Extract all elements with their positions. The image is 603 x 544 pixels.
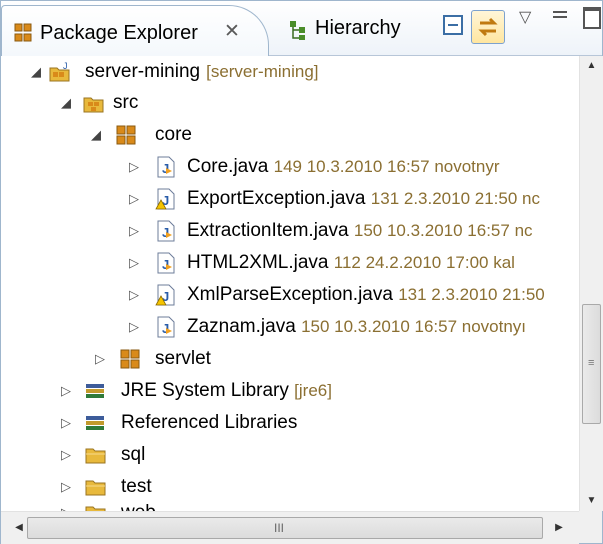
link-with-editor-icon — [478, 17, 498, 37]
referenced-libraries-label: Referenced Libraries — [121, 412, 298, 433]
file-decoration: 112 24.2.2010 17:00 kal — [333, 253, 515, 272]
library-icon — [86, 384, 104, 398]
view-menu-icon[interactable]: ▽ — [519, 7, 531, 27]
hierarchy-icon — [290, 21, 305, 40]
tree-item-sql-folder[interactable]: ▷ sql — [1, 439, 579, 471]
close-icon[interactable]: ✕ — [224, 20, 240, 43]
scroll-left-arrow-icon[interactable]: ◀ — [9, 518, 29, 538]
package-icon — [116, 125, 136, 145]
svg-text:J: J — [63, 61, 68, 71]
jre-decoration: [jre6] — [294, 381, 332, 400]
tab-label: Package Explorer — [40, 22, 198, 44]
tab-package-explorer[interactable]: Package Explorer ✕ — [1, 5, 269, 56]
scroll-up-arrow-icon[interactable]: ▲ — [580, 56, 603, 76]
tree-item-web-folder[interactable]: ▷ web — [1, 497, 579, 511]
file-name: ExportException.java — [187, 188, 366, 209]
src-label: src — [113, 92, 139, 113]
tree-item-project[interactable]: ◢ J server-mining [server-mining] — [1, 56, 579, 88]
sql-label: sql — [121, 444, 146, 465]
tree-item-file[interactable]: ▷ J ExportException.java 131 2.3.2010 21… — [1, 183, 579, 215]
collapsed-arrow-icon[interactable]: ▷ — [59, 407, 73, 439]
collapsed-arrow-icon[interactable]: ▷ — [127, 247, 141, 279]
horizontal-scrollbar[interactable]: ◀ III ▶ — [1, 511, 579, 544]
tree-item-file[interactable]: ▷ J Zaznam.java 150 10.3.2010 16:57 novo… — [1, 311, 579, 343]
tree-item-file[interactable]: ▷ J XmlParseException.java 131 2.3.2010 … — [1, 279, 579, 311]
servlet-label: servlet — [155, 348, 211, 369]
file-name: Core.java — [187, 156, 269, 177]
package-explorer-icon — [14, 23, 32, 42]
svg-text:J: J — [162, 321, 169, 336]
java-file-warning-icon: J — [155, 188, 175, 210]
file-decoration: 150 10.3.2010 16:57 novotnyı — [301, 317, 527, 336]
file-name: XmlParseException.java — [187, 284, 393, 305]
file-name: ExtractionItem.java — [187, 220, 349, 241]
source-folder-icon — [83, 97, 104, 113]
folder-icon — [85, 506, 106, 511]
java-file-icon: J — [157, 316, 175, 338]
web-label: web — [121, 497, 156, 511]
link-with-editor-button[interactable] — [471, 10, 505, 44]
scrollbar-corner — [579, 511, 602, 543]
package-explorer-view: Package Explorer ✕ Hierarchy ▽ ◢ J serve… — [0, 0, 603, 544]
collapsed-arrow-icon[interactable]: ▷ — [127, 215, 141, 247]
folder-icon — [85, 448, 106, 464]
core-label: core — [155, 124, 192, 145]
tree-item-servlet-package[interactable]: ▷ servlet — [1, 343, 579, 375]
java-file-icon: J — [157, 252, 175, 274]
expanded-arrow-icon[interactable]: ◢ — [29, 56, 43, 88]
minimize-icon[interactable] — [553, 11, 567, 18]
tab-label: Hierarchy — [315, 17, 401, 39]
collapse-all-icon[interactable] — [441, 13, 467, 39]
tree-item-jre-library[interactable]: ▷ JRE System Library [jre6] — [1, 375, 579, 407]
tab-hierarchy[interactable]: Hierarchy — [271, 9, 413, 55]
expanded-arrow-icon[interactable]: ◢ — [59, 87, 73, 119]
jre-label: JRE System Library — [121, 380, 289, 401]
tree-item-core-package[interactable]: ◢ core — [1, 119, 579, 151]
tree-item-src[interactable]: ◢ src — [1, 87, 579, 119]
collapsed-arrow-icon[interactable]: ▷ — [127, 183, 141, 215]
project-name: server-mining — [85, 61, 201, 82]
svg-text:J: J — [162, 225, 169, 240]
tree-item-referenced-libraries[interactable]: ▷ Referenced Libraries — [1, 407, 579, 439]
collapsed-arrow-icon[interactable]: ▷ — [59, 375, 73, 407]
maximize-icon[interactable] — [583, 7, 601, 29]
collapsed-arrow-icon[interactable]: ▷ — [127, 279, 141, 311]
scroll-down-arrow-icon[interactable]: ▼ — [580, 491, 603, 511]
collapsed-arrow-icon[interactable]: ▷ — [59, 439, 73, 471]
collapsed-arrow-icon[interactable]: ▷ — [93, 343, 107, 375]
file-name: Zaznam.java — [187, 316, 296, 337]
vertical-scrollbar[interactable]: ▲ ≡ ▼ — [579, 56, 603, 511]
horizontal-scroll-thumb[interactable]: III — [27, 517, 543, 539]
file-name: HTML2XML.java — [187, 252, 329, 273]
library-icon — [86, 416, 104, 430]
tree-item-file[interactable]: ▷ J Core.java 149 10.3.2010 16:57 novotn… — [1, 151, 579, 183]
file-decoration: 149 10.3.2010 16:57 novotnyr — [273, 157, 500, 176]
file-decoration: 131 2.3.2010 21:50 — [398, 285, 545, 304]
file-decoration: 150 10.3.2010 16:57 nc — [353, 221, 533, 240]
svg-text:J: J — [162, 257, 169, 272]
collapsed-arrow-icon[interactable]: ▷ — [127, 311, 141, 343]
java-project-icon: J — [49, 61, 70, 82]
folder-icon — [85, 480, 106, 496]
scroll-right-arrow-icon[interactable]: ▶ — [549, 518, 569, 538]
package-icon — [120, 349, 140, 369]
project-decoration: [server-mining] — [206, 62, 319, 81]
java-file-warning-icon: J — [155, 284, 175, 306]
tree-item-file[interactable]: ▷ J ExtractionItem.java 150 10.3.2010 16… — [1, 215, 579, 247]
expanded-arrow-icon[interactable]: ◢ — [89, 119, 103, 151]
svg-text:J: J — [162, 161, 169, 176]
project-tree[interactable]: ◢ J server-mining [server-mining] ◢ src — [1, 56, 579, 511]
vertical-scroll-thumb[interactable]: ≡ — [582, 304, 601, 424]
collapsed-arrow-icon[interactable]: ▷ — [127, 151, 141, 183]
java-file-icon: J — [157, 156, 175, 178]
scroll-grip-icon: ≡ — [588, 357, 595, 369]
collapsed-arrow-icon[interactable]: ▷ — [59, 497, 73, 511]
view-tab-bar: Package Explorer ✕ Hierarchy ▽ — [1, 1, 602, 56]
java-file-icon: J — [157, 220, 175, 242]
tree-item-file[interactable]: ▷ J HTML2XML.java 112 24.2.2010 17:00 ka… — [1, 247, 579, 279]
scroll-grip-icon: III — [274, 521, 285, 535]
file-decoration: 131 2.3.2010 21:50 nc — [370, 189, 540, 208]
